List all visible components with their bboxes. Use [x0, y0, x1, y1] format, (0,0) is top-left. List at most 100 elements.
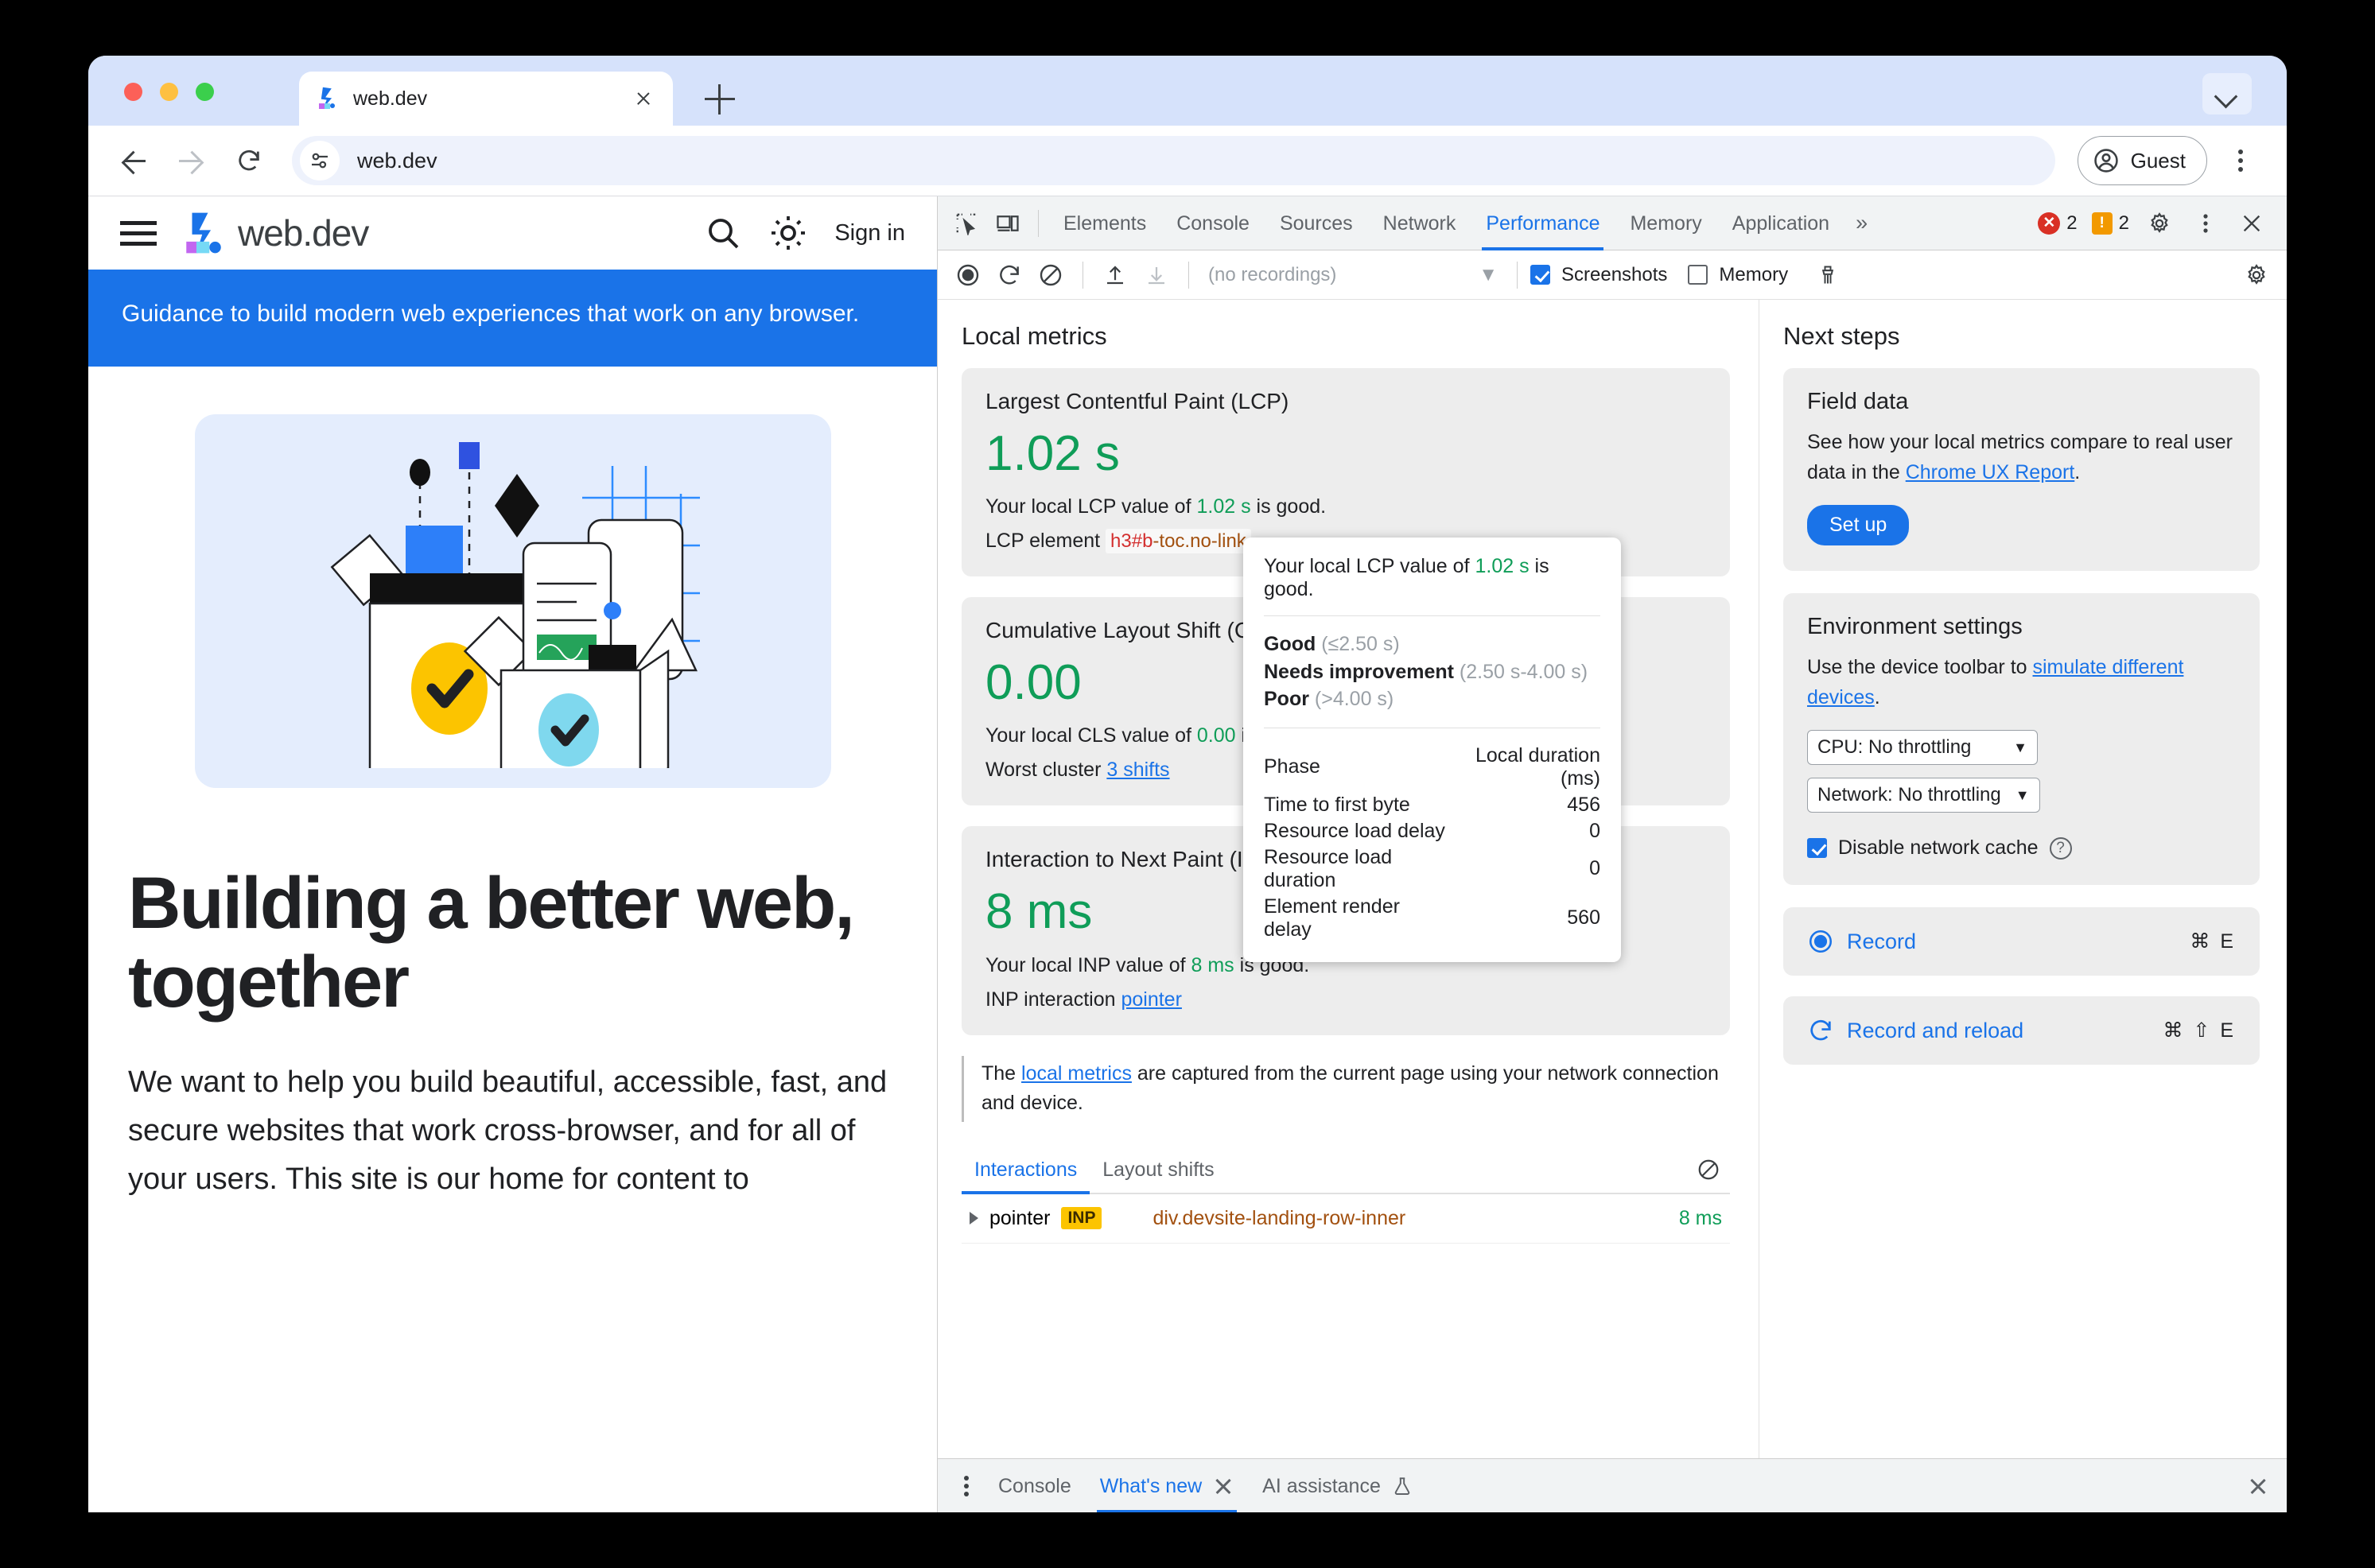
disable-cache-label: Disable network cache [1838, 836, 2039, 859]
memory-label: Memory [1719, 263, 1789, 285]
close-devtools-icon[interactable] [2231, 203, 2272, 244]
interaction-selector[interactable]: div.devsite-landing-row-inner [1153, 1207, 1405, 1230]
set-up-button[interactable]: Set up [1807, 505, 1910, 545]
cls-cluster-link[interactable]: 3 shifts [1106, 759, 1169, 781]
lcp-summary-prefix: Your local LCP value of [985, 495, 1197, 518]
site-settings-icon[interactable] [300, 141, 340, 180]
drawer-tab-whats-new[interactable]: What's new [1086, 1459, 1248, 1512]
record-shortcut: ⌘ E [2190, 930, 2236, 953]
webdev-header: web.dev Sign in [88, 196, 937, 270]
minimize-window-button[interactable] [160, 83, 178, 101]
performance-settings-icon[interactable] [2237, 256, 2276, 294]
tab-search-chevron-icon[interactable] [2202, 73, 2252, 114]
address-bar[interactable]: web.dev [292, 136, 2055, 185]
browser-menu-icon[interactable] [2218, 138, 2263, 183]
record-button[interactable] [949, 256, 987, 294]
clear-interactions-icon[interactable] [1697, 1158, 1730, 1186]
more-tabs-icon[interactable]: » [1844, 211, 1879, 235]
field-data-body: See how your local metrics compare to re… [1807, 428, 2236, 487]
next-steps-title: Next steps [1783, 322, 1900, 350]
error-badge[interactable]: ✕ 2 [2033, 212, 2082, 235]
note-link[interactable]: local metrics [1021, 1062, 1132, 1085]
lcp-element-tag: h3#b [1110, 530, 1153, 553]
phase-header: Phase [1264, 755, 1320, 778]
help-icon[interactable]: ? [2049, 836, 2072, 860]
load-profile-button[interactable] [1096, 256, 1134, 294]
record-and-reload-label: Record and reload [1847, 1018, 2024, 1042]
tab-application[interactable]: Application [1717, 196, 1844, 250]
tooltip-headline-value: 1.02 s [1475, 555, 1530, 577]
close-window-button[interactable] [124, 83, 142, 101]
reload-icon[interactable] [227, 138, 271, 183]
inp-interaction-link[interactable]: pointer [1121, 988, 1181, 1011]
recordings-select[interactable]: (no recordings) ▼ [1202, 258, 1504, 293]
table-row[interactable]: pointer INP div.devsite-landing-row-inne… [962, 1194, 1730, 1244]
save-profile-button[interactable] [1137, 256, 1176, 294]
menu-icon[interactable] [120, 219, 157, 246]
device-toolbar-icon[interactable] [987, 203, 1028, 244]
phase-value: 0 [1589, 819, 1600, 842]
close-icon[interactable] [1213, 1476, 1234, 1496]
window-controls[interactable] [124, 83, 214, 101]
record-and-reload-action[interactable]: Record and reload ⌘ ⇧ E [1783, 996, 2260, 1065]
tab-network[interactable]: Network [1368, 196, 1471, 250]
clear-recording-button[interactable] [1032, 256, 1070, 294]
table-row: Resource load duration 0 [1264, 844, 1600, 894]
browser-tab[interactable]: web.dev [299, 72, 673, 126]
warning-badge[interactable]: ! 2 [2087, 212, 2134, 235]
inp-badge: INP [1061, 1207, 1102, 1230]
chevron-down-icon: ▼ [2013, 739, 2027, 755]
cpu-throttling-select[interactable]: CPU: No throttling ▼ [1807, 730, 2038, 765]
record-action[interactable]: Record ⌘ E [1783, 907, 2260, 976]
screenshots-checkbox[interactable] [1530, 265, 1550, 285]
network-throttling-select[interactable]: Network: No throttling ▼ [1807, 778, 2040, 813]
expand-caret-icon[interactable] [970, 1212, 978, 1225]
search-icon[interactable] [704, 214, 742, 252]
profile-label: Guest [2130, 148, 2186, 173]
forward-button[interactable] [169, 138, 214, 183]
inspect-element-icon[interactable] [946, 203, 987, 244]
lcp-card-title: Largest Contentful Paint (LCP) [985, 389, 1289, 413]
drawer-tab-console[interactable]: Console [984, 1459, 1086, 1513]
hero-illustration [194, 413, 831, 788]
inp-interaction-row: INP interaction pointer [985, 988, 1706, 1011]
threshold-poor-range: (>4.00 s) [1314, 688, 1394, 710]
devtools-menu-icon[interactable] [2185, 203, 2226, 244]
subtab-interactions[interactable]: Interactions [962, 1151, 1090, 1194]
collect-garbage-icon[interactable] [1809, 256, 1847, 294]
sign-in-link[interactable]: Sign in [834, 220, 905, 246]
field-data-title: Field data [1807, 389, 1909, 414]
tab-memory[interactable]: Memory [1615, 196, 1716, 250]
settings-gear-icon[interactable] [2139, 203, 2180, 244]
close-tab-icon[interactable] [630, 85, 657, 112]
tab-elements[interactable]: Elements [1048, 196, 1161, 250]
tooltip-headline: Your local LCP value of 1.02 s is good. [1264, 555, 1600, 601]
new-tab-button[interactable] [705, 84, 735, 114]
field-data-suffix: . [2074, 460, 2081, 483]
subtab-layout-shifts[interactable]: Layout shifts [1090, 1151, 1226, 1193]
profile-button[interactable]: Guest [2077, 136, 2207, 185]
maximize-window-button[interactable] [196, 83, 214, 101]
tooltip-headline-prefix: Your local LCP value of [1264, 555, 1475, 577]
tab-performance[interactable]: Performance [1471, 196, 1615, 250]
drawer-tab-ai-assistance[interactable]: AI assistance [1248, 1459, 1427, 1513]
theme-toggle-sun-icon[interactable] [769, 214, 807, 252]
disable-cache-row: Disable network cache ? [1807, 836, 2236, 860]
memory-checkbox[interactable] [1688, 265, 1708, 285]
tab-console[interactable]: Console [1161, 196, 1265, 250]
lcp-summary-suffix: is good. [1250, 495, 1327, 518]
lcp-element-selector[interactable]: h3#b-toc.no-link [1106, 529, 1251, 554]
disable-cache-checkbox[interactable] [1807, 838, 1827, 858]
content-split: web.dev Sign in Guidance to build modern… [88, 196, 2287, 1512]
back-button[interactable] [112, 138, 157, 183]
close-drawer-icon[interactable] [2241, 1469, 2276, 1504]
webdev-wordmark: web.dev [238, 212, 369, 254]
chrome-ux-report-link[interactable]: Chrome UX Report [1906, 461, 2075, 483]
environment-suffix: . [1874, 685, 1880, 708]
drawer-menu-icon[interactable] [949, 1469, 984, 1504]
page-title: Building a better web, together [128, 862, 855, 1023]
lcp-value: 1.02 s [985, 426, 1120, 481]
tab-sources[interactable]: Sources [1265, 196, 1368, 250]
record-and-reload-button[interactable] [990, 256, 1028, 294]
next-steps-column: Next steps Field data See how your local… [1759, 300, 2287, 1458]
